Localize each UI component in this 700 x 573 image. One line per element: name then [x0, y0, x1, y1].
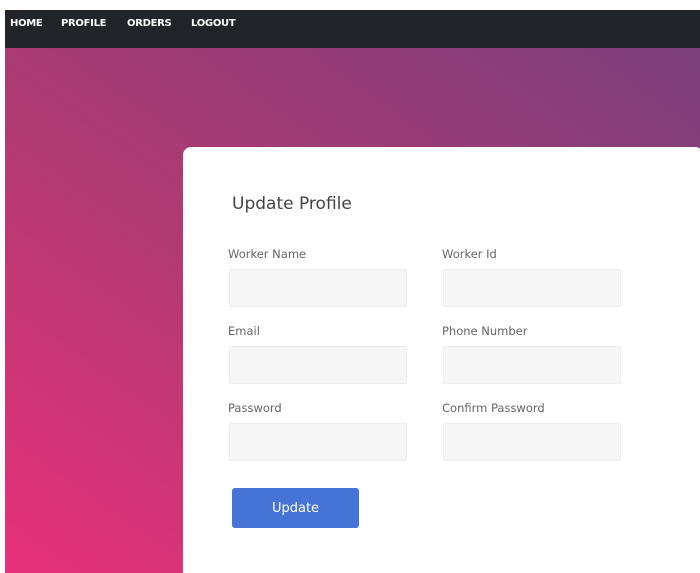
update-profile-card: Update Profile Worker Name Worker Id Ema…: [183, 147, 700, 573]
app-viewport: HOME PROFILE ORDERS LOGOUT Update Profil…: [5, 10, 700, 573]
email-field[interactable]: [229, 346, 407, 384]
update-button[interactable]: Update: [232, 488, 359, 528]
password-field[interactable]: [229, 423, 407, 461]
worker-name-input[interactable]: [229, 269, 407, 307]
page-title: Update Profile: [232, 194, 352, 214]
email-label: Email: [228, 324, 260, 338]
worker-name-label: Worker Name: [228, 247, 307, 261]
top-navbar: HOME PROFILE ORDERS LOGOUT: [5, 10, 700, 48]
nav-home-link[interactable]: HOME: [10, 18, 43, 30]
confirm-password-field[interactable]: [443, 423, 621, 461]
password-label: Password: [228, 401, 282, 415]
nav-logout-link[interactable]: LOGOUT: [191, 18, 236, 30]
confirm-password-label: Confirm Password: [442, 401, 545, 415]
nav-orders-link[interactable]: ORDERS: [127, 18, 172, 30]
worker-id-input[interactable]: [443, 269, 621, 307]
worker-id-label: Worker Id: [442, 247, 497, 261]
phone-number-label: Phone Number: [442, 324, 528, 338]
phone-number-input[interactable]: [443, 346, 621, 384]
nav-profile-link[interactable]: PROFILE: [61, 18, 106, 30]
